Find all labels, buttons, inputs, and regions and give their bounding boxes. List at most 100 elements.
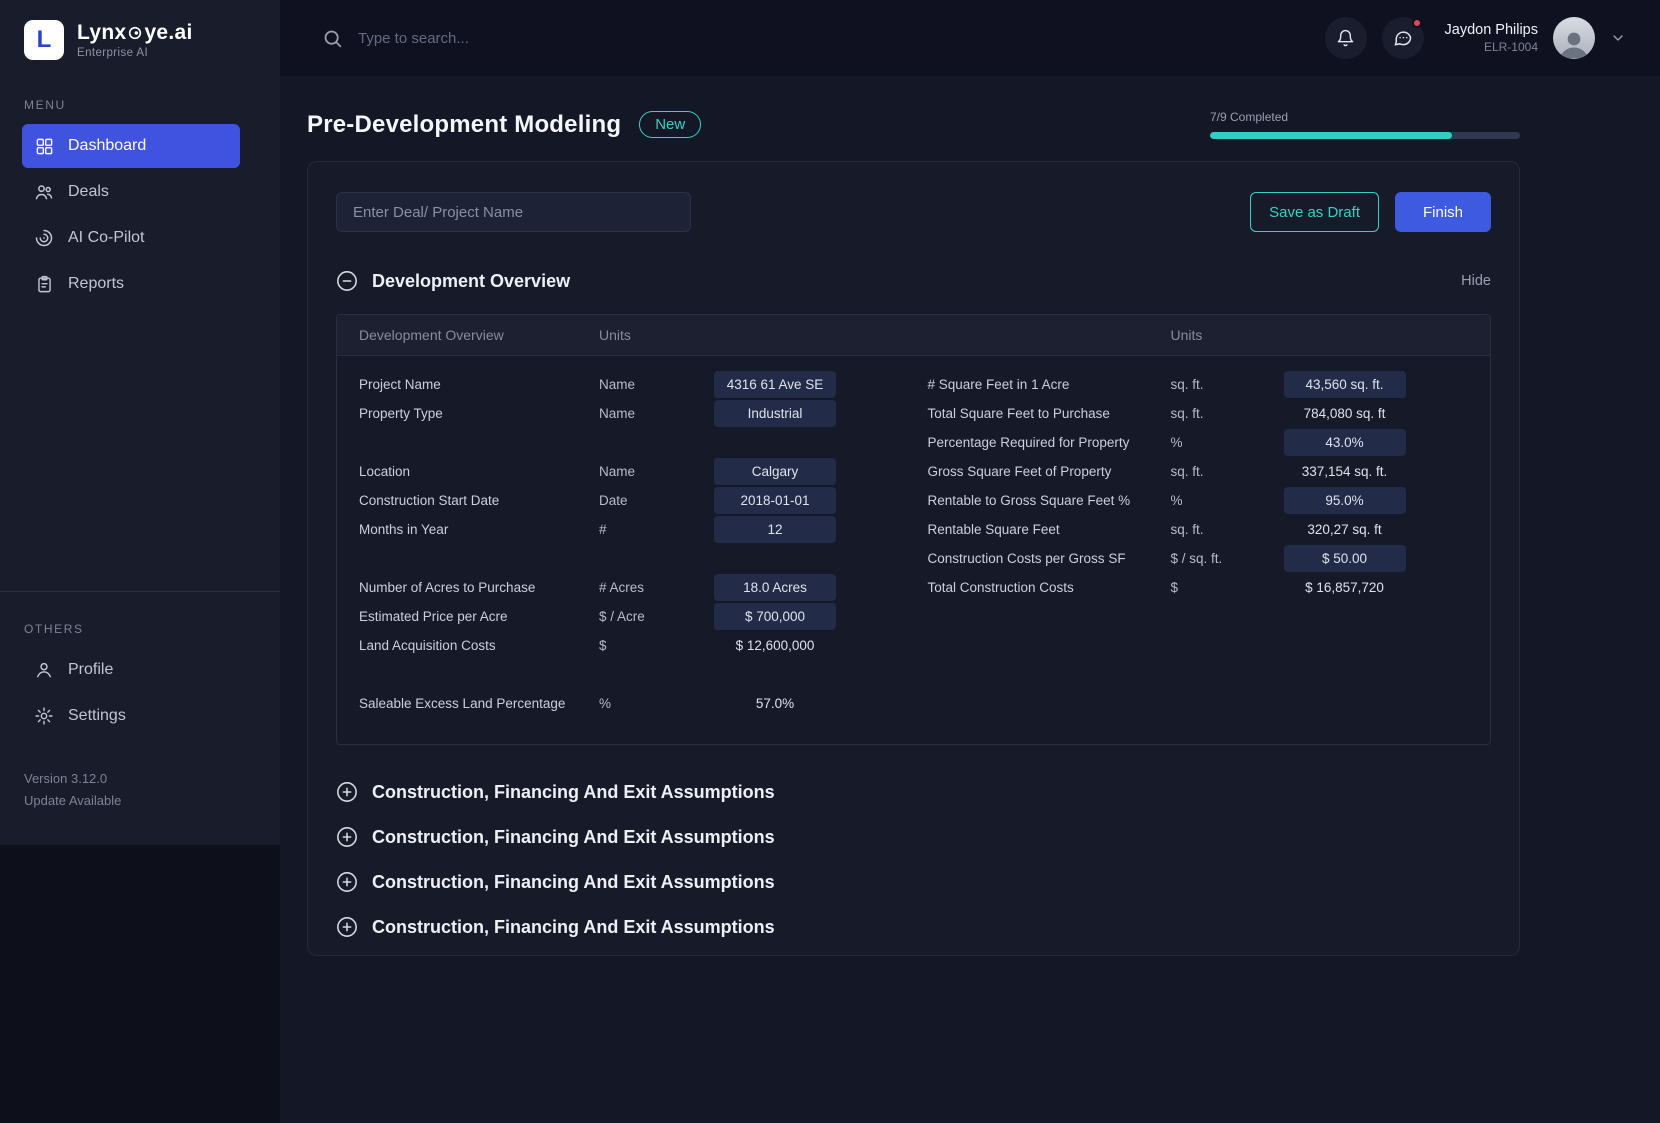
row-value-cell: 43.0% bbox=[1284, 429, 1434, 456]
collapsed-section-header[interactable]: Construction, Financing And Exit Assumpt… bbox=[336, 826, 1491, 848]
row-label: Gross Square Feet of Property bbox=[928, 464, 1171, 479]
plus-circle-icon[interactable] bbox=[336, 916, 358, 938]
overview-row: LocationNameCalgary bbox=[337, 457, 914, 486]
overview-row: Total Construction Costs$$ 16,857,720 bbox=[914, 573, 1491, 602]
row-value-input[interactable]: 43.0% bbox=[1284, 429, 1406, 456]
update-available[interactable]: Update Available bbox=[24, 790, 280, 811]
row-value-input[interactable]: Calgary bbox=[714, 458, 836, 485]
page-header: Pre-Development Modeling New 7/9 Complet… bbox=[307, 110, 1520, 139]
row-unit: sq. ft. bbox=[1171, 377, 1284, 392]
overview-row: Estimated Price per Acre$ / Acre$ 700,00… bbox=[337, 602, 914, 631]
bell-icon bbox=[1336, 29, 1355, 48]
row-label: Number of Acres to Purchase bbox=[359, 580, 599, 595]
collapsed-section-title: Construction, Financing And Exit Assumpt… bbox=[372, 872, 775, 893]
reports-icon bbox=[34, 274, 54, 294]
row-label: # Square Feet in 1 Acre bbox=[928, 377, 1171, 392]
row-unit: % bbox=[1171, 493, 1284, 508]
row-unit: # bbox=[599, 522, 714, 537]
row-value-input[interactable]: 43,560 sq. ft. bbox=[1284, 371, 1406, 398]
row-value-text: 57.0% bbox=[714, 690, 836, 717]
topbar-right: Jaydon Philips ELR-1004 bbox=[1325, 17, 1627, 59]
row-value-input[interactable]: 4316 61 Ave SE bbox=[714, 371, 836, 398]
row-value-input[interactable]: 95.0% bbox=[1284, 487, 1406, 514]
minus-circle-icon[interactable] bbox=[336, 270, 358, 292]
eye-icon bbox=[127, 25, 143, 41]
row-label: Saleable Excess Land Percentage bbox=[359, 696, 599, 711]
row-value-cell: Industrial bbox=[714, 400, 864, 427]
row-value-input[interactable]: $ 700,000 bbox=[714, 603, 836, 630]
row-label: Project Name bbox=[359, 377, 599, 392]
row-value-cell: Calgary bbox=[714, 458, 864, 485]
collapsed-section-header[interactable]: Construction, Financing And Exit Assumpt… bbox=[336, 916, 1491, 938]
row-value-cell: $ 16,857,720 bbox=[1284, 574, 1434, 601]
sidebar-item-profile[interactable]: Profile bbox=[22, 648, 240, 692]
overview-row: Rentable Square Feetsq. ft.320,27 sq. ft bbox=[914, 515, 1491, 544]
row-unit: sq. ft. bbox=[1171, 522, 1284, 537]
row-value-input[interactable]: $ 50.00 bbox=[1284, 545, 1406, 572]
sidebar-item-reports[interactable]: Reports bbox=[22, 262, 240, 306]
overview-row: Property TypeNameIndustrial bbox=[337, 399, 914, 428]
row-label: Total Construction Costs bbox=[928, 580, 1171, 595]
modeling-card: Save as Draft Finish Development Overvie… bbox=[307, 161, 1520, 956]
row-unit: $ bbox=[599, 638, 714, 653]
row-value-input[interactable]: 18.0 Acres bbox=[714, 574, 836, 601]
overview-row: Construction Costs per Gross SF$ / sq. f… bbox=[914, 544, 1491, 573]
row-unit: % bbox=[1171, 435, 1284, 450]
row-label: Total Square Feet to Purchase bbox=[928, 406, 1171, 421]
row-value-cell: $ 700,000 bbox=[714, 603, 864, 630]
row-value-input[interactable]: 12 bbox=[714, 516, 836, 543]
version-number: Version 3.12.0 bbox=[24, 768, 280, 789]
search-bar[interactable] bbox=[322, 28, 1325, 49]
overview-row: Months in Year#12 bbox=[337, 515, 914, 544]
row-label: Months in Year bbox=[359, 522, 599, 537]
overview-rows-right: # Square Feet in 1 Acresq. ft.43,560 sq.… bbox=[914, 370, 1491, 602]
overview-row: Percentage Required for Property%43.0% bbox=[914, 428, 1491, 457]
overview-row: Saleable Excess Land Percentage%57.0% bbox=[337, 689, 914, 718]
sidebar-item-settings[interactable]: Settings bbox=[22, 694, 240, 738]
user-info: Jaydon Philips ELR-1004 bbox=[1445, 22, 1539, 54]
overview-rows-left: Project NameName4316 61 Ave SEProperty T… bbox=[337, 370, 914, 718]
plus-circle-icon[interactable] bbox=[336, 826, 358, 848]
row-value-cell: 18.0 Acres bbox=[714, 574, 864, 601]
sidebar-item-deals[interactable]: Deals bbox=[22, 170, 240, 214]
overview-table-body: Project NameName4316 61 Ave SEProperty T… bbox=[337, 356, 1490, 744]
row-value-input[interactable]: Industrial bbox=[714, 400, 836, 427]
row-value-input[interactable]: 2018-01-01 bbox=[714, 487, 836, 514]
plus-circle-icon[interactable] bbox=[336, 781, 358, 803]
brand-name-left: Lynx bbox=[77, 21, 126, 45]
sidebar-item-label: Settings bbox=[68, 707, 126, 725]
version-info: Version 3.12.0 Update Available bbox=[24, 768, 280, 811]
row-label: Construction Costs per Gross SF bbox=[928, 551, 1171, 566]
search-input[interactable] bbox=[358, 30, 678, 47]
deals-icon bbox=[34, 182, 54, 202]
collapsed-section-header[interactable]: Construction, Financing And Exit Assumpt… bbox=[336, 781, 1491, 803]
overview-row: Number of Acres to Purchase# Acres18.0 A… bbox=[337, 573, 914, 602]
save-as-draft-button[interactable]: Save as Draft bbox=[1250, 192, 1379, 232]
overview-row: Rentable to Gross Square Feet %%95.0% bbox=[914, 486, 1491, 515]
row-label: Location bbox=[359, 464, 599, 479]
sidebar-item-dashboard[interactable]: Dashboard bbox=[22, 124, 240, 168]
row-value-text: 337,154 sq. ft. bbox=[1284, 458, 1406, 485]
collapsed-section-header[interactable]: Construction, Financing And Exit Assumpt… bbox=[336, 871, 1491, 893]
row-label: Property Type bbox=[359, 406, 599, 421]
hide-link[interactable]: Hide bbox=[1461, 273, 1491, 289]
sidebar-item-label: Profile bbox=[68, 661, 113, 679]
progress-fill bbox=[1210, 132, 1452, 139]
plus-circle-icon[interactable] bbox=[336, 871, 358, 893]
overview-row: Project NameName4316 61 Ave SE bbox=[337, 370, 914, 399]
sidebar: L Lynxye.ai Enterprise AI MENU Dashboard… bbox=[0, 0, 280, 845]
row-value-cell: 320,27 sq. ft bbox=[1284, 516, 1434, 543]
progress-widget: 7/9 Completed bbox=[1210, 110, 1520, 139]
main-column: Jaydon Philips ELR-1004 Pre-Development … bbox=[280, 0, 1660, 1123]
messages-button[interactable] bbox=[1382, 17, 1424, 59]
finish-button[interactable]: Finish bbox=[1395, 192, 1491, 232]
brand-logo: L bbox=[24, 20, 64, 60]
notifications-button[interactable] bbox=[1325, 17, 1367, 59]
row-label: Land Acquisition Costs bbox=[359, 638, 599, 653]
copilot-icon bbox=[34, 228, 54, 248]
sidebar-item-ai-co-pilot[interactable]: AI Co-Pilot bbox=[22, 216, 240, 260]
row-unit: $ bbox=[1171, 580, 1284, 595]
avatar[interactable] bbox=[1553, 17, 1595, 59]
chevron-down-icon[interactable] bbox=[1610, 30, 1626, 46]
deal-name-input[interactable] bbox=[336, 192, 691, 232]
